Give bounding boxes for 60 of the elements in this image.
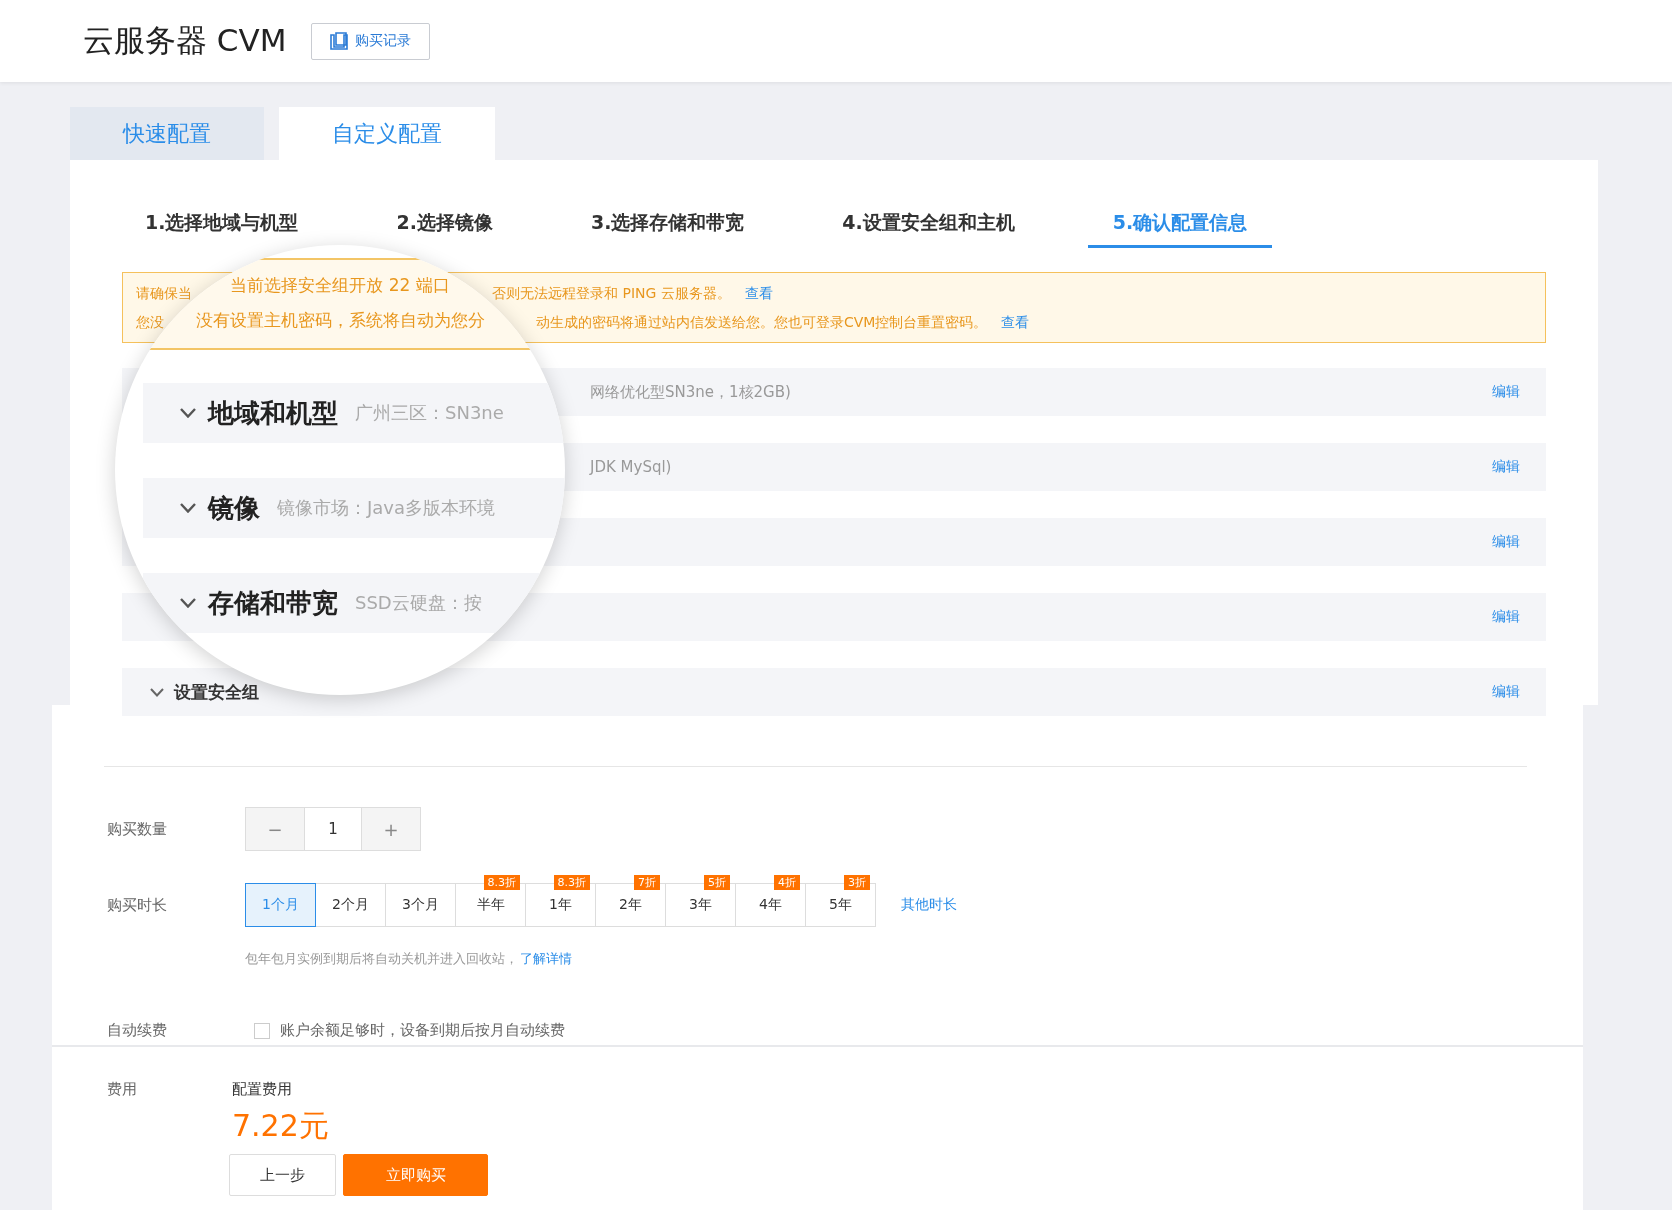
previous-step-button[interactable]: 上一步 (229, 1154, 336, 1196)
row-label: 设置安全组 (174, 680, 259, 704)
magnified-row-label: 存储和带宽 (208, 586, 338, 620)
chevron-down-icon (180, 598, 196, 608)
learn-more-link[interactable]: 了解详情 (520, 951, 572, 966)
duration-option[interactable]: 3个月 (385, 883, 456, 927)
price-text: 7.22元 (232, 1108, 329, 1144)
quantity-label: 购买数量 (107, 819, 167, 839)
increment-button[interactable]: + (361, 807, 421, 851)
step-tab[interactable]: 2.选择镜像 (371, 202, 518, 248)
duration-option[interactable]: 2个月 (315, 883, 386, 927)
view-link[interactable]: 查看 (744, 284, 773, 303)
discount-tag: 8.3折 (483, 875, 520, 890)
discount-tag: 5折 (704, 875, 730, 890)
chevron-down-icon[interactable] (150, 687, 164, 697)
step-tab[interactable]: 4.设置安全组和主机 (817, 202, 1040, 248)
config-cost-label: 配置费用 (232, 1080, 292, 1098)
warning-text: 请确保当 (136, 284, 192, 303)
magnified-row-label: 镜像 (208, 491, 260, 525)
magnified-row-label: 地域和机型 (208, 396, 338, 430)
discount-tag: 3折 (844, 875, 870, 890)
warning-text: 否则无法远程登录和 PING 云服务器。 (492, 284, 731, 303)
warning-text: 动生成的密码将通过站内信发送给您。您也可登录CVM控制台重置密码。 (536, 313, 988, 332)
magnified-warning-text: 当前选择安全组开放 22 端口 (230, 275, 450, 295)
view-link[interactable]: 查看 (1001, 313, 1030, 332)
decrement-button[interactable]: − (245, 807, 305, 851)
edit-link[interactable]: 编辑 (1492, 683, 1520, 701)
chevron-down-icon (180, 503, 196, 513)
duration-label: 购买时长 (107, 895, 167, 915)
step-tab[interactable]: 1.选择地域与机型 (120, 202, 324, 248)
purchase-records-button[interactable]: 购买记录 (311, 22, 431, 60)
row-value: JDK MySql) (590, 458, 672, 476)
magnified-row-value: SSD云硬盘：按 (355, 591, 482, 615)
edit-link[interactable]: 编辑 (1492, 383, 1520, 401)
mode-tab[interactable]: 自定义配置 (279, 107, 495, 160)
step-tab[interactable]: 5.确认配置信息 (1087, 202, 1273, 248)
edit-link[interactable]: 编辑 (1492, 533, 1520, 551)
edit-link[interactable]: 编辑 (1492, 458, 1520, 476)
buy-now-button[interactable]: 立即购买 (343, 1154, 488, 1196)
discount-tag: 8.3折 (553, 875, 590, 890)
row-value: 网络优化型SN3ne，1核2GB) (590, 382, 791, 402)
magnified-warning-text: 没有设置主机密码，系统将自动为您分 (195, 310, 485, 330)
page-title: 云服务器 CVM (83, 21, 287, 60)
duration-note: 包年包月实例到期后将自动关机并进入回收站，了解详情 (245, 951, 572, 966)
chevron-down-icon (180, 408, 196, 418)
edit-link[interactable]: 编辑 (1492, 608, 1520, 626)
auto-renew-text: 账户余额足够时，设备到期后按月自动续费 (280, 1021, 565, 1040)
discount-tag: 7折 (634, 875, 660, 890)
auto-renew-checkbox[interactable] (254, 1022, 270, 1039)
other-duration-link[interactable]: 其他时长 (901, 896, 957, 914)
mode-tab[interactable]: 快速配置 (70, 107, 264, 160)
discount-tag: 4折 (774, 875, 800, 890)
magnified-row-value: 镜像市场：Java多版本环境 (277, 496, 496, 520)
cost-label: 费用 (107, 1080, 137, 1098)
auto-renew-label: 自动续费 (107, 1021, 167, 1040)
duration-option[interactable]: 1个月 (245, 883, 316, 927)
magnified-row-value: 广州三区：SN3ne (355, 401, 504, 425)
book-icon (330, 32, 349, 50)
warning-text: 您没 (136, 313, 164, 332)
step-tab[interactable]: 3.选择存储和带宽 (565, 202, 770, 248)
